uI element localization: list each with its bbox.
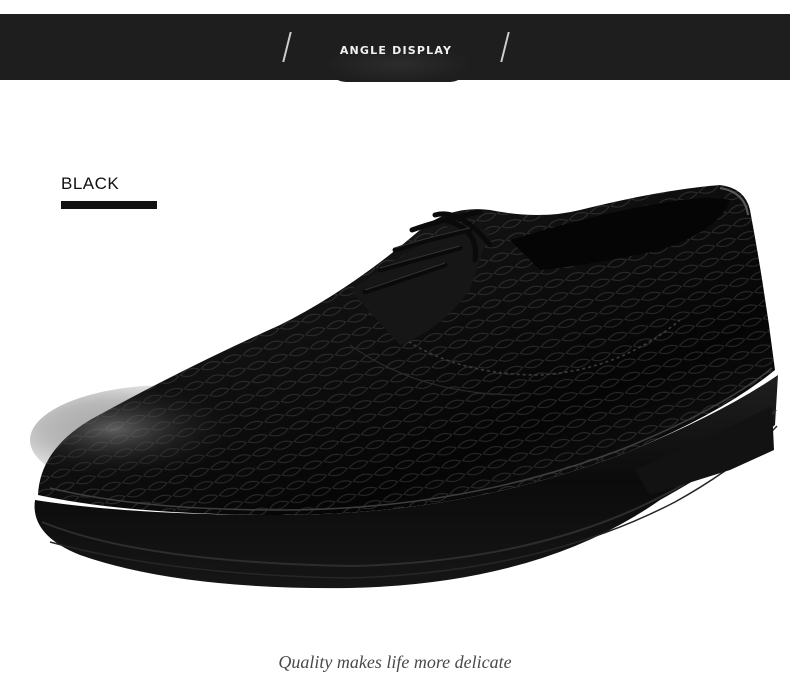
shoe-product-image [30,185,778,589]
banner-divider-left [282,32,292,62]
banner-title: ANGLE DISPLAY [339,44,453,57]
tagline: Quality makes life more delicate [278,652,512,672]
banner-divider-right [500,32,510,62]
angle-display-banner: ANGLE DISPLAY [0,14,790,82]
product-detail-page: ANGLE DISPLAY BLACK Quality makes life m… [0,0,790,696]
